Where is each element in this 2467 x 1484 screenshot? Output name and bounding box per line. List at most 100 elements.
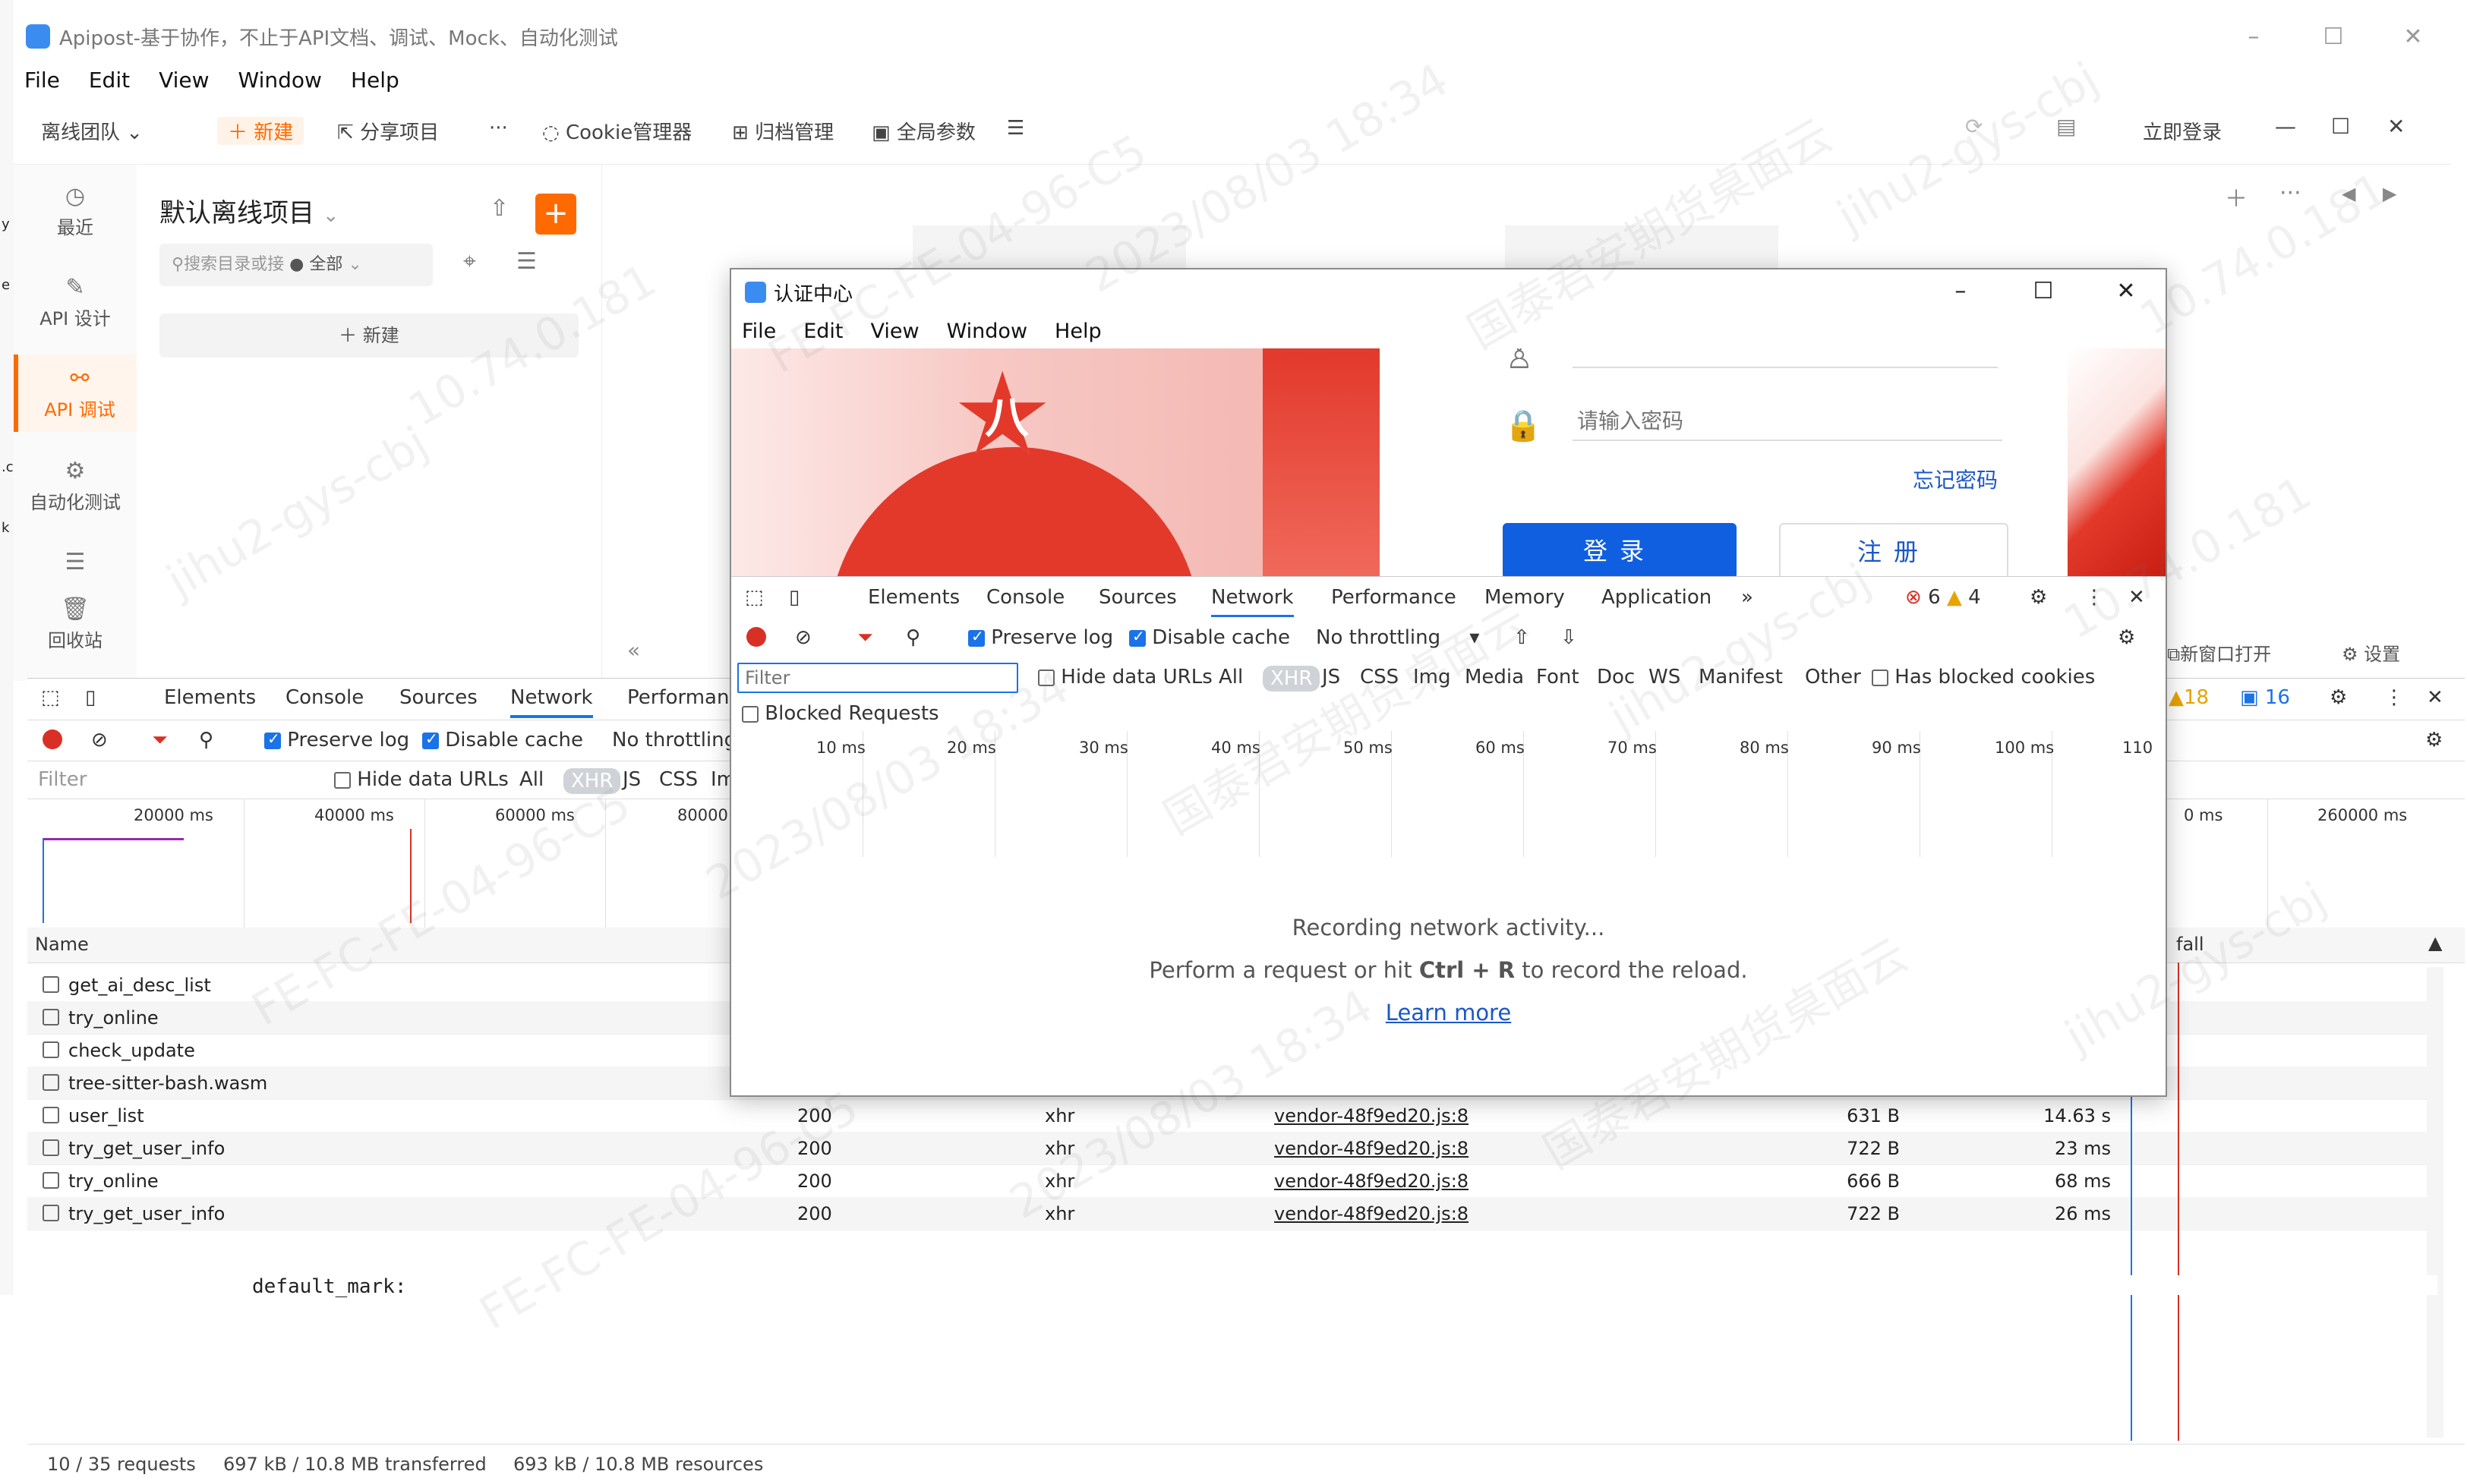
row-checkbox[interactable] [43,1041,59,1058]
type-css[interactable]: CSS [659,768,698,791]
request-initiator[interactable]: vendor-48f9ed20.js:8 [1274,1105,1469,1126]
scroll-right-icon[interactable]: ▶ [2383,183,2396,204]
tab-elements[interactable]: Elements [164,686,256,709]
tab-network[interactable]: Network [1211,586,1294,618]
archive-button[interactable]: ⊞ 归档管理 [732,117,834,145]
record-icon[interactable] [746,626,766,649]
tab-console[interactable]: Console [286,686,364,709]
menu-window[interactable]: Window [947,320,1027,343]
request-row[interactable]: try_online 200 xhr vendor-48f9ed20.js:8 666 … [27,1164,2434,1198]
login-now-button[interactable]: 立即登录 [2143,117,2222,145]
share-project-button[interactable]: ⇱ 分享项目 [337,117,439,145]
request-row[interactable]: user_list 200 xhr vendor-48f9ed20.js:8 631 B… [27,1099,2434,1133]
gear-icon[interactable]: ⚙ [2330,686,2347,709]
menu-help[interactable]: Help [1055,320,1102,343]
row-checkbox[interactable] [43,1172,59,1189]
upload-icon[interactable]: ⇧ [1513,626,1530,649]
tab-memory[interactable]: Memory [1484,586,1565,609]
tab-application[interactable]: Application [1601,586,1711,609]
login-button[interactable]: 登录 [1503,523,1737,576]
open-new-window[interactable]: ⧉新窗口打开 [2167,639,2271,666]
sort-icon[interactable]: ☰ [516,248,537,275]
password-field[interactable] [1573,402,2002,441]
request-row[interactable]: try_get_user_info 200 xhr vendor-48f9ed20.j… [27,1197,2434,1230]
inspect-icon[interactable]: ⬚ [745,586,764,609]
tab-performance[interactable]: Performance [1331,586,1456,609]
team-selector[interactable]: 离线团队 ⌄ [41,117,143,145]
type-manifest[interactable]: Manifest [1699,666,1783,688]
menu-view[interactable]: View [159,68,209,93]
app-close-icon[interactable]: ✕ [2387,114,2405,139]
type-all[interactable]: All [1219,666,1243,688]
forgot-password-link[interactable]: 忘记密码 [1913,464,1998,494]
filter-icon[interactable]: ⏷ [857,626,873,650]
global-params-button[interactable]: ▣ 全局参数 [872,117,976,145]
type-all[interactable]: All [519,768,544,791]
menu-file[interactable]: File [742,320,776,343]
close-icon[interactable]: ✕ [2128,586,2145,609]
nav-trash[interactable]: 🗑 回收站 [14,596,137,652]
menu-window[interactable]: Window [238,68,322,93]
kebab-menu-icon[interactable]: ⋮ [2384,686,2404,709]
maximize-icon[interactable]: ☐ [2004,269,2083,313]
app-minimize-icon[interactable]: — [2275,114,2296,139]
more-tabs-icon[interactable]: ··· [2279,180,2301,206]
close-icon[interactable]: ✕ [2427,686,2443,709]
device-toggle-icon[interactable]: ▯ [85,686,96,709]
gear-icon[interactable]: ⚙ [2118,626,2135,649]
clear-icon[interactable]: ⊘ [795,626,812,649]
blocked-requests-checkbox[interactable]: Blocked Requests [742,702,939,725]
nav-api-debug[interactable]: ⚯ API 调试 [14,354,141,432]
close-icon[interactable]: ✕ [2375,14,2451,61]
download-icon[interactable]: ⇩ [1560,626,1577,649]
type-img[interactable]: Img [1413,666,1451,688]
nav-api-design[interactable]: ✎ API 设计 [14,274,137,330]
type-doc[interactable]: Doc [1597,666,1635,688]
preserve-log-checkbox[interactable]: Preserve log [264,729,409,751]
type-css[interactable]: CSS [1360,666,1399,688]
new-button[interactable]: ＋ 新建 [217,117,304,145]
menu-edit[interactable]: Edit [89,68,130,93]
filter-input[interactable] [737,663,1018,693]
request-initiator[interactable]: vendor-48f9ed20.js:8 [1274,1203,1469,1224]
name-column-header[interactable]: Name [35,934,89,955]
row-checkbox[interactable] [43,976,59,993]
tab-console[interactable]: Console [986,586,1065,609]
project-search-input[interactable]: ⚲搜索目录或接 ● 全部 ⌄ [159,244,433,286]
nav-automation[interactable]: ⚙ 自动化测试 [14,458,137,514]
scrollbar[interactable] [2427,967,2443,1438]
sync-icon[interactable]: ⟳ [1965,114,1983,139]
gear-icon[interactable]: ⚙ [2030,586,2047,609]
hide-data-urls-checkbox[interactable]: Hide data URLs [1038,666,1213,688]
maximize-icon[interactable]: ☐ [2295,14,2371,61]
tab-network[interactable]: Network [510,686,593,718]
project-selector[interactable]: 默认离线项目 ⌄ [159,192,339,229]
inspect-icon[interactable]: ⬚ [41,686,60,709]
filter-icon[interactable]: ⏷ [152,729,168,752]
list-icon[interactable]: ☰ [1007,117,1024,140]
row-checkbox[interactable] [43,1009,59,1026]
app-maximize-icon[interactable]: ☐ [2331,114,2350,139]
menu-help[interactable]: Help [351,68,399,93]
message-badge[interactable]: ▣ 16 [2240,686,2290,709]
row-checkbox[interactable] [43,1107,59,1123]
add-button[interactable]: + [535,194,576,235]
type-js[interactable]: JS [1322,666,1340,688]
scroll-left-icon[interactable]: ◀ [2342,183,2355,204]
disable-cache-checkbox[interactable]: Disable cache [1129,626,1290,649]
tab-sources[interactable]: Sources [399,686,478,709]
close-icon[interactable]: ✕ [2087,269,2166,313]
add-tab-icon[interactable]: ＋ [2225,180,2248,213]
warning-badge[interactable]: ▲18 [2169,686,2209,709]
type-xhr[interactable]: XHR [563,768,621,794]
kebab-menu-icon[interactable]: ⋮ [2084,586,2104,609]
more-button[interactable]: ··· [489,117,508,140]
more-tabs-icon[interactable]: » [1741,586,1753,609]
record-icon[interactable] [43,729,62,751]
request-initiator[interactable]: vendor-48f9ed20.js:8 [1274,1171,1469,1192]
type-js[interactable]: JS [623,768,641,791]
filter-input[interactable]: Filter [38,768,87,791]
clear-icon[interactable]: ⊘ [91,729,108,751]
row-checkbox[interactable] [43,1205,59,1221]
learn-more-link[interactable]: Learn more [731,1000,2166,1026]
